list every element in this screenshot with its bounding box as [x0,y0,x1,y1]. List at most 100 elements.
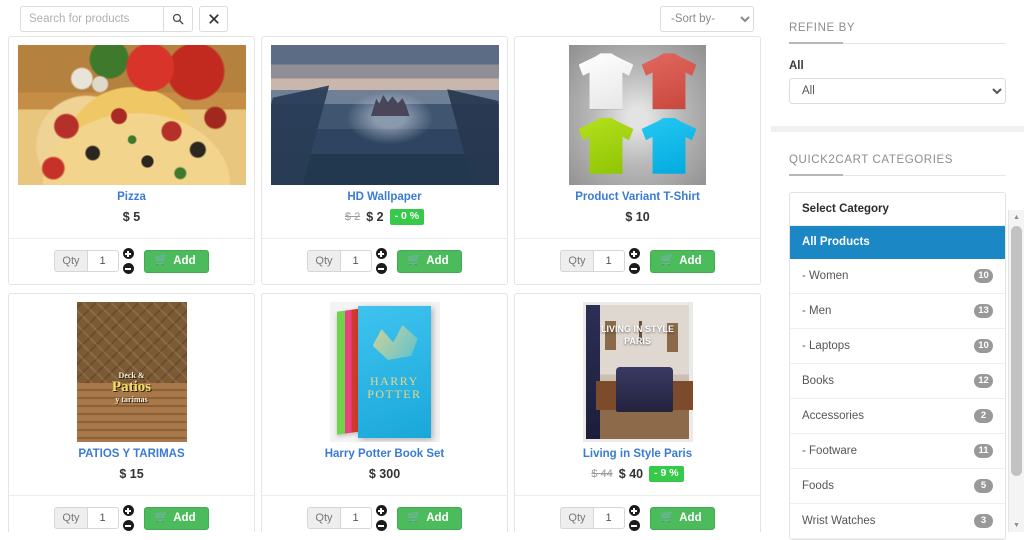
price-row: $ 44 $ 40 - 9 % [521,466,754,482]
category-label: Books [802,375,834,387]
wallpaper-photo [270,45,499,185]
product-card[interactable]: HD Wallpaper $ 2 $ 2 - 0 % Qty 1 🛒 Add [261,36,508,285]
category-item-footware[interactable]: - Footware 11 [790,434,1005,469]
category-label: All Products [802,236,870,248]
add-to-cart-button[interactable]: 🛒 Add [396,506,462,530]
product-image[interactable] [262,37,507,185]
product-card[interactable]: Product Variant T-Shirt $ 10 Qty 1 🛒 Add [514,36,761,285]
book-cover-title: Deck & Patios y tarimas [81,371,182,405]
quantity-input[interactable] [592,507,625,529]
quantity-decrease-icon[interactable] [375,520,387,531]
product-price: $ 10 [625,210,650,224]
quantity-spinner [628,248,645,274]
product-title-link[interactable]: HD Wallpaper [268,191,501,203]
price-row: $ 15 [15,466,248,482]
product-image[interactable] [9,37,254,185]
category-item-wrist-watches[interactable]: Wrist Watches 3 [790,504,1005,539]
quantity-spinner [628,505,645,531]
product-price: $ 40 [618,467,644,481]
product-info: HD Wallpaper $ 2 $ 2 - 0 % [262,185,507,238]
sort-by-select[interactable]: -Sort by- [660,6,754,32]
add-to-cart-button[interactable]: 🛒 Add [649,506,715,530]
quantity-increase-icon[interactable] [375,505,387,516]
product-grid: Pizza $ 5 Qty 🛒 A [0,36,771,532]
category-list-header: Select Category [790,193,1005,226]
category-count-badge: 10 [974,339,993,353]
product-title-link[interactable]: Product Variant T-Shirt [521,191,754,203]
search-icon[interactable] [164,6,193,32]
quantity-decrease-icon[interactable] [122,520,134,531]
quantity-stepper[interactable]: Qty [307,507,372,529]
product-title-link[interactable]: Living in Style Paris [521,448,754,460]
quantity-stepper[interactable]: Qty [560,250,625,272]
price-row: $ 10 [521,209,754,225]
category-item-foods[interactable]: Foods 5 [790,469,1005,504]
category-item-laptops[interactable]: - Laptops 10 [790,329,1005,364]
product-card[interactable]: Deck & Patios y tarimas PATIOS Y TARIMAS… [8,293,255,532]
quantity-stepper[interactable]: Qty [54,507,119,529]
category-item-men[interactable]: - Men 13 [790,294,1005,329]
page-scrollbar[interactable]: ▲ ▼ [1008,210,1024,532]
product-actions: Qty 🛒 Add [262,495,507,532]
product-image[interactable]: LIVING IN STYLE PARIS LIVING IN STYLE PA… [515,294,760,442]
close-icon[interactable] [199,6,228,32]
quantity-increase-icon[interactable] [628,505,640,516]
quantity-input[interactable] [339,507,372,529]
refine-filter-select[interactable]: All [789,78,1006,104]
category-label: Wrist Watches [802,515,876,527]
patios-book-cover: Deck & Patios y tarimas [76,302,187,442]
quantity-input[interactable] [592,250,625,272]
scrollbar-thumb[interactable] [1011,226,1022,476]
quantity-increase-icon[interactable] [122,505,134,516]
category-item-all-products[interactable]: All Products [790,226,1005,259]
cart-icon: 🛒 [154,511,169,523]
category-label: Foods [802,480,834,492]
quantity-input[interactable] [339,250,372,272]
category-count-badge: 2 [974,409,993,423]
caret-up-icon[interactable]: ▲ [1009,210,1024,224]
caret-down-icon[interactable]: ▼ [1009,518,1024,532]
product-card[interactable]: HARRY POTTER Harry Potter Book Set $ 300… [261,293,508,532]
category-item-accessories[interactable]: Accessories 2 [790,399,1005,434]
add-to-cart-button[interactable]: 🛒 Add [396,249,462,273]
quantity-decrease-icon[interactable] [628,520,640,531]
search-input[interactable] [20,6,164,32]
book-cover-subtitle: y tarimas [115,395,148,405]
add-to-cart-label: Add [173,254,196,267]
add-to-cart-button[interactable]: 🛒 Add [143,506,209,530]
quantity-stepper[interactable]: Qty [307,250,372,272]
quantity-increase-icon[interactable] [375,248,387,259]
product-image[interactable]: Deck & Patios y tarimas [9,294,254,442]
category-item-women[interactable]: - Women 10 [790,259,1005,294]
quantity-decrease-icon[interactable] [122,263,134,274]
quantity-stepper[interactable]: Qty [54,250,119,272]
category-count-badge: 12 [974,374,993,388]
hogwarts-crest-icon [372,325,418,360]
product-image[interactable]: HARRY POTTER [262,294,507,442]
quantity-increase-icon[interactable] [628,248,640,259]
quantity-spinner [122,505,139,531]
product-card[interactable]: Pizza $ 5 Qty 🛒 A [8,36,255,285]
add-to-cart-button[interactable]: 🛒 Add [143,249,209,273]
main-content: -Sort by- Pizza $ 5 Qty [0,0,771,532]
quantity-decrease-icon[interactable] [628,263,640,274]
product-info: Product Variant T-Shirt $ 10 [515,185,760,238]
product-info: Pizza $ 5 [9,185,254,238]
product-info: Living in Style Paris $ 44 $ 40 - 9 % [515,442,760,495]
product-price: $ 5 [122,210,141,224]
category-item-books[interactable]: Books 12 [790,364,1005,399]
quantity-stepper[interactable]: Qty [560,507,625,529]
tshirts-photo [569,45,706,185]
product-title-link[interactable]: Pizza [15,191,248,203]
product-title-link[interactable]: PATIOS Y TARIMAS [15,448,248,460]
quantity-input[interactable] [86,507,119,529]
add-to-cart-button[interactable]: 🛒 Add [649,249,715,273]
category-label: - Women [802,270,849,282]
product-card[interactable]: LIVING IN STYLE PARIS LIVING IN STYLE PA… [514,293,761,532]
quantity-increase-icon[interactable] [122,248,134,259]
quantity-decrease-icon[interactable] [375,263,387,274]
product-info: PATIOS Y TARIMAS $ 15 [9,442,254,495]
product-title-link[interactable]: Harry Potter Book Set [268,448,501,460]
quantity-input[interactable] [86,250,119,272]
product-image[interactable] [515,37,760,185]
